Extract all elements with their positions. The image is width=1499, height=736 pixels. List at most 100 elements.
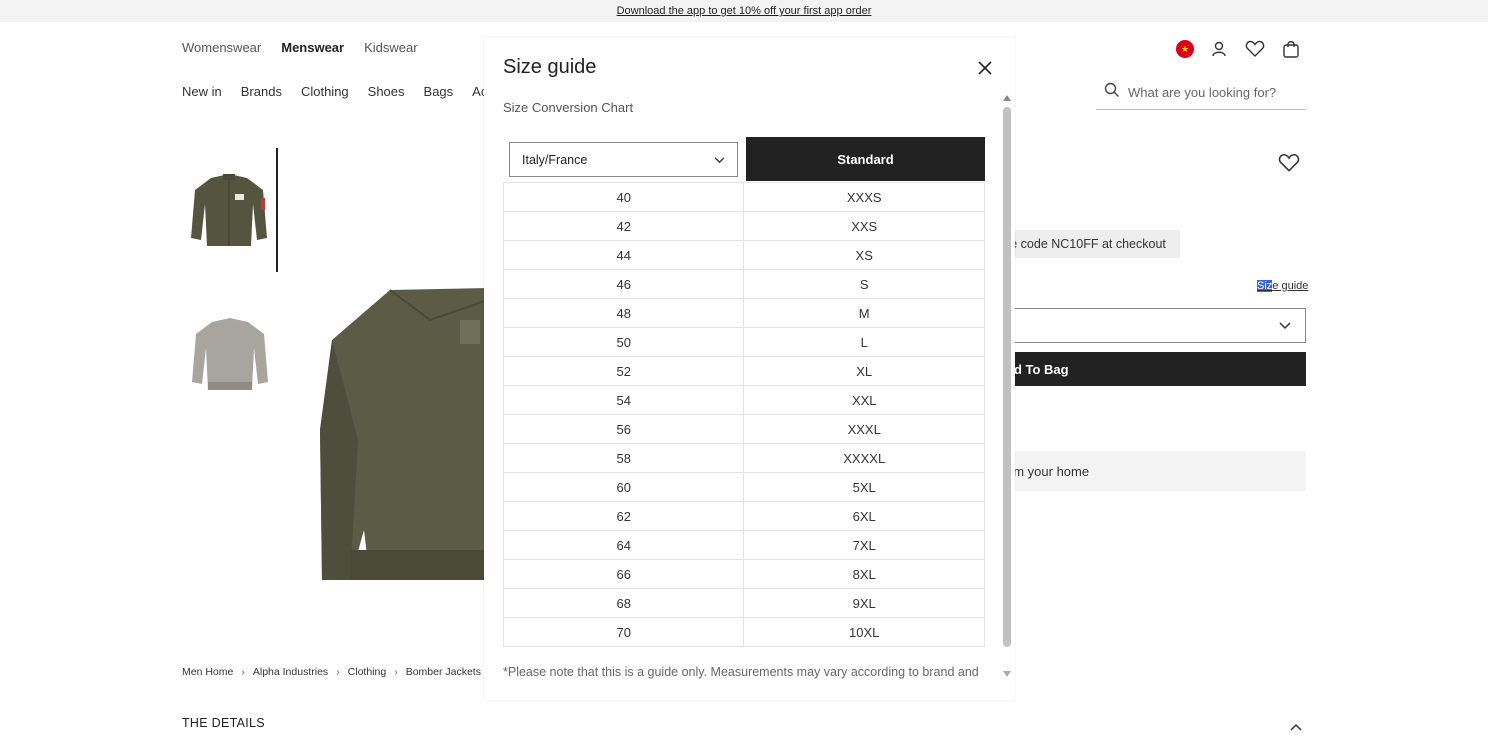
cat-bags[interactable]: Bags (424, 84, 454, 99)
standard-size-cell: 10XL (743, 617, 985, 647)
breadcrumb-item[interactable]: Clothing (348, 666, 387, 678)
standard-size-cell: L (743, 327, 985, 357)
scroll-down-arrow-icon[interactable] (1003, 671, 1011, 677)
size-chart-scroll-area[interactable]: Italy/France Standard 40 XXXS 42 XXS 44 XS 46 S… (503, 137, 985, 677)
standard-size-cell: XS (743, 240, 985, 270)
header-icons: ★ (1176, 38, 1302, 60)
region-size-cell: 54 (503, 385, 745, 415)
promo-banner: Download the app to get 10% off your fir… (0, 0, 1488, 22)
table-row: 42 XXS (503, 211, 985, 241)
table-row: 44 XS (503, 240, 985, 270)
jacket-front-image (191, 174, 267, 246)
region-size-cell: 44 (503, 240, 745, 270)
region-size-cell: 62 (503, 501, 745, 531)
region-cell: Italy/France (503, 137, 744, 182)
standard-size-cell: XXXL (743, 414, 985, 444)
jacket-back-image (192, 318, 268, 390)
standard-size-cell: XXS (743, 211, 985, 241)
close-icon[interactable] (974, 57, 996, 79)
size-guide-link[interactable]: Size guide (1257, 280, 1308, 292)
promo-code-box: se code NC10FF at checkout (990, 230, 1180, 258)
chevron-down-icon (714, 153, 725, 167)
region-size-cell: 70 (503, 617, 745, 647)
cat-shoes[interactable]: Shoes (368, 84, 405, 99)
region-size-cell: 48 (503, 298, 745, 328)
region-size-cell: 66 (503, 559, 745, 589)
wishlist-icon[interactable] (1244, 38, 1266, 60)
table-row: 70 10XL (503, 617, 985, 647)
size-guide-modal: Size guide Size Conversion Chart Italy/F… (484, 37, 1015, 700)
region-size-cell: 40 (503, 182, 745, 212)
breadcrumb-item[interactable]: Men Home (182, 666, 233, 678)
standard-column-header: Standard (746, 137, 985, 181)
standard-size-cell: 5XL (743, 472, 985, 502)
table-row: 46 S (503, 269, 985, 299)
cat-new-in[interactable]: New in (182, 84, 222, 99)
table-row: 64 7XL (503, 530, 985, 560)
scrollbar-thumb[interactable] (1003, 107, 1011, 647)
add-to-bag-button[interactable]: dd To Bag (990, 352, 1306, 386)
product-main-image[interactable] (310, 280, 490, 590)
bag-icon[interactable] (1280, 38, 1302, 60)
size-guide-link-rest: e guide (1272, 280, 1309, 292)
standard-size-cell: S (743, 269, 985, 299)
product-thumbnail-back[interactable] (182, 292, 278, 416)
product-wishlist-icon[interactable] (1278, 153, 1300, 178)
app-download-link[interactable]: Download the app to get 10% off your fir… (617, 5, 872, 17)
standard-size-cell: 6XL (743, 501, 985, 531)
breadcrumb-chevron-icon: › (241, 666, 245, 678)
top-nav: Womenswear Menswear Kidswear (182, 40, 418, 55)
scroll-up-arrow-icon[interactable] (1003, 95, 1011, 101)
search-icon (1104, 82, 1120, 103)
standard-size-cell: XL (743, 356, 985, 386)
nav-womenswear[interactable]: Womenswear (182, 40, 261, 55)
nav-menswear[interactable]: Menswear (281, 40, 344, 55)
table-row: 66 8XL (503, 559, 985, 589)
standard-size-cell: XXXS (743, 182, 985, 212)
region-size-cell: 56 (503, 414, 745, 444)
size-conversion-subtitle: Size Conversion Chart (503, 100, 634, 115)
breadcrumb: Men Home › Alpha Industries › Clothing ›… (182, 666, 481, 678)
region-size-cell: 42 (503, 211, 745, 241)
chevron-up-icon[interactable] (1290, 718, 1302, 736)
search-bar (1096, 76, 1306, 110)
chevron-down-icon (1279, 317, 1291, 335)
category-nav: New in Brands Clothing Shoes Bags Acces (182, 84, 508, 99)
breadcrumb-item[interactable]: Alpha Industries (253, 666, 328, 678)
table-row: 68 9XL (503, 588, 985, 618)
modal-scrollbar[interactable] (1001, 95, 1013, 677)
size-guide-link-highlight: Siz (1257, 280, 1273, 292)
product-size-select[interactable] (990, 308, 1306, 343)
region-select[interactable]: Italy/France (509, 142, 738, 177)
table-row: 56 XXXL (503, 414, 985, 444)
breadcrumb-chevron-icon: › (336, 666, 340, 678)
details-section-header[interactable]: THE DETAILS (182, 716, 265, 730)
standard-size-cell: 9XL (743, 588, 985, 618)
flag-icon[interactable]: ★ (1176, 40, 1194, 58)
cat-brands[interactable]: Brands (241, 84, 282, 99)
table-row: 62 6XL (503, 501, 985, 531)
product-thumbnail-front[interactable] (182, 148, 278, 272)
try-at-home-banner: om your home (990, 451, 1306, 491)
table-row: 54 XXL (503, 385, 985, 415)
breadcrumb-chevron-icon: › (394, 666, 398, 678)
region-size-cell: 52 (503, 356, 745, 386)
cat-clothing[interactable]: Clothing (301, 84, 349, 99)
modal-title: Size guide (503, 56, 597, 78)
table-row: 60 5XL (503, 472, 985, 502)
region-select-value: Italy/France (522, 152, 588, 167)
table-row: 52 XL (503, 356, 985, 386)
size-guide-note: *Please note that this is a guide only. … (503, 665, 979, 679)
table-row: 48 M (503, 298, 985, 328)
region-size-cell: 58 (503, 443, 745, 473)
account-icon[interactable] (1208, 38, 1230, 60)
standard-size-cell: XXXXL (743, 443, 985, 473)
region-size-cell: 64 (503, 530, 745, 560)
standard-size-cell: 7XL (743, 530, 985, 560)
region-size-cell: 46 (503, 269, 745, 299)
breadcrumb-item[interactable]: Bomber Jackets (406, 666, 481, 678)
table-row: 58 XXXXL (503, 443, 985, 473)
table-row: 40 XXXS (503, 182, 985, 212)
search-input[interactable] (1128, 85, 1298, 100)
nav-kidswear[interactable]: Kidswear (364, 40, 417, 55)
